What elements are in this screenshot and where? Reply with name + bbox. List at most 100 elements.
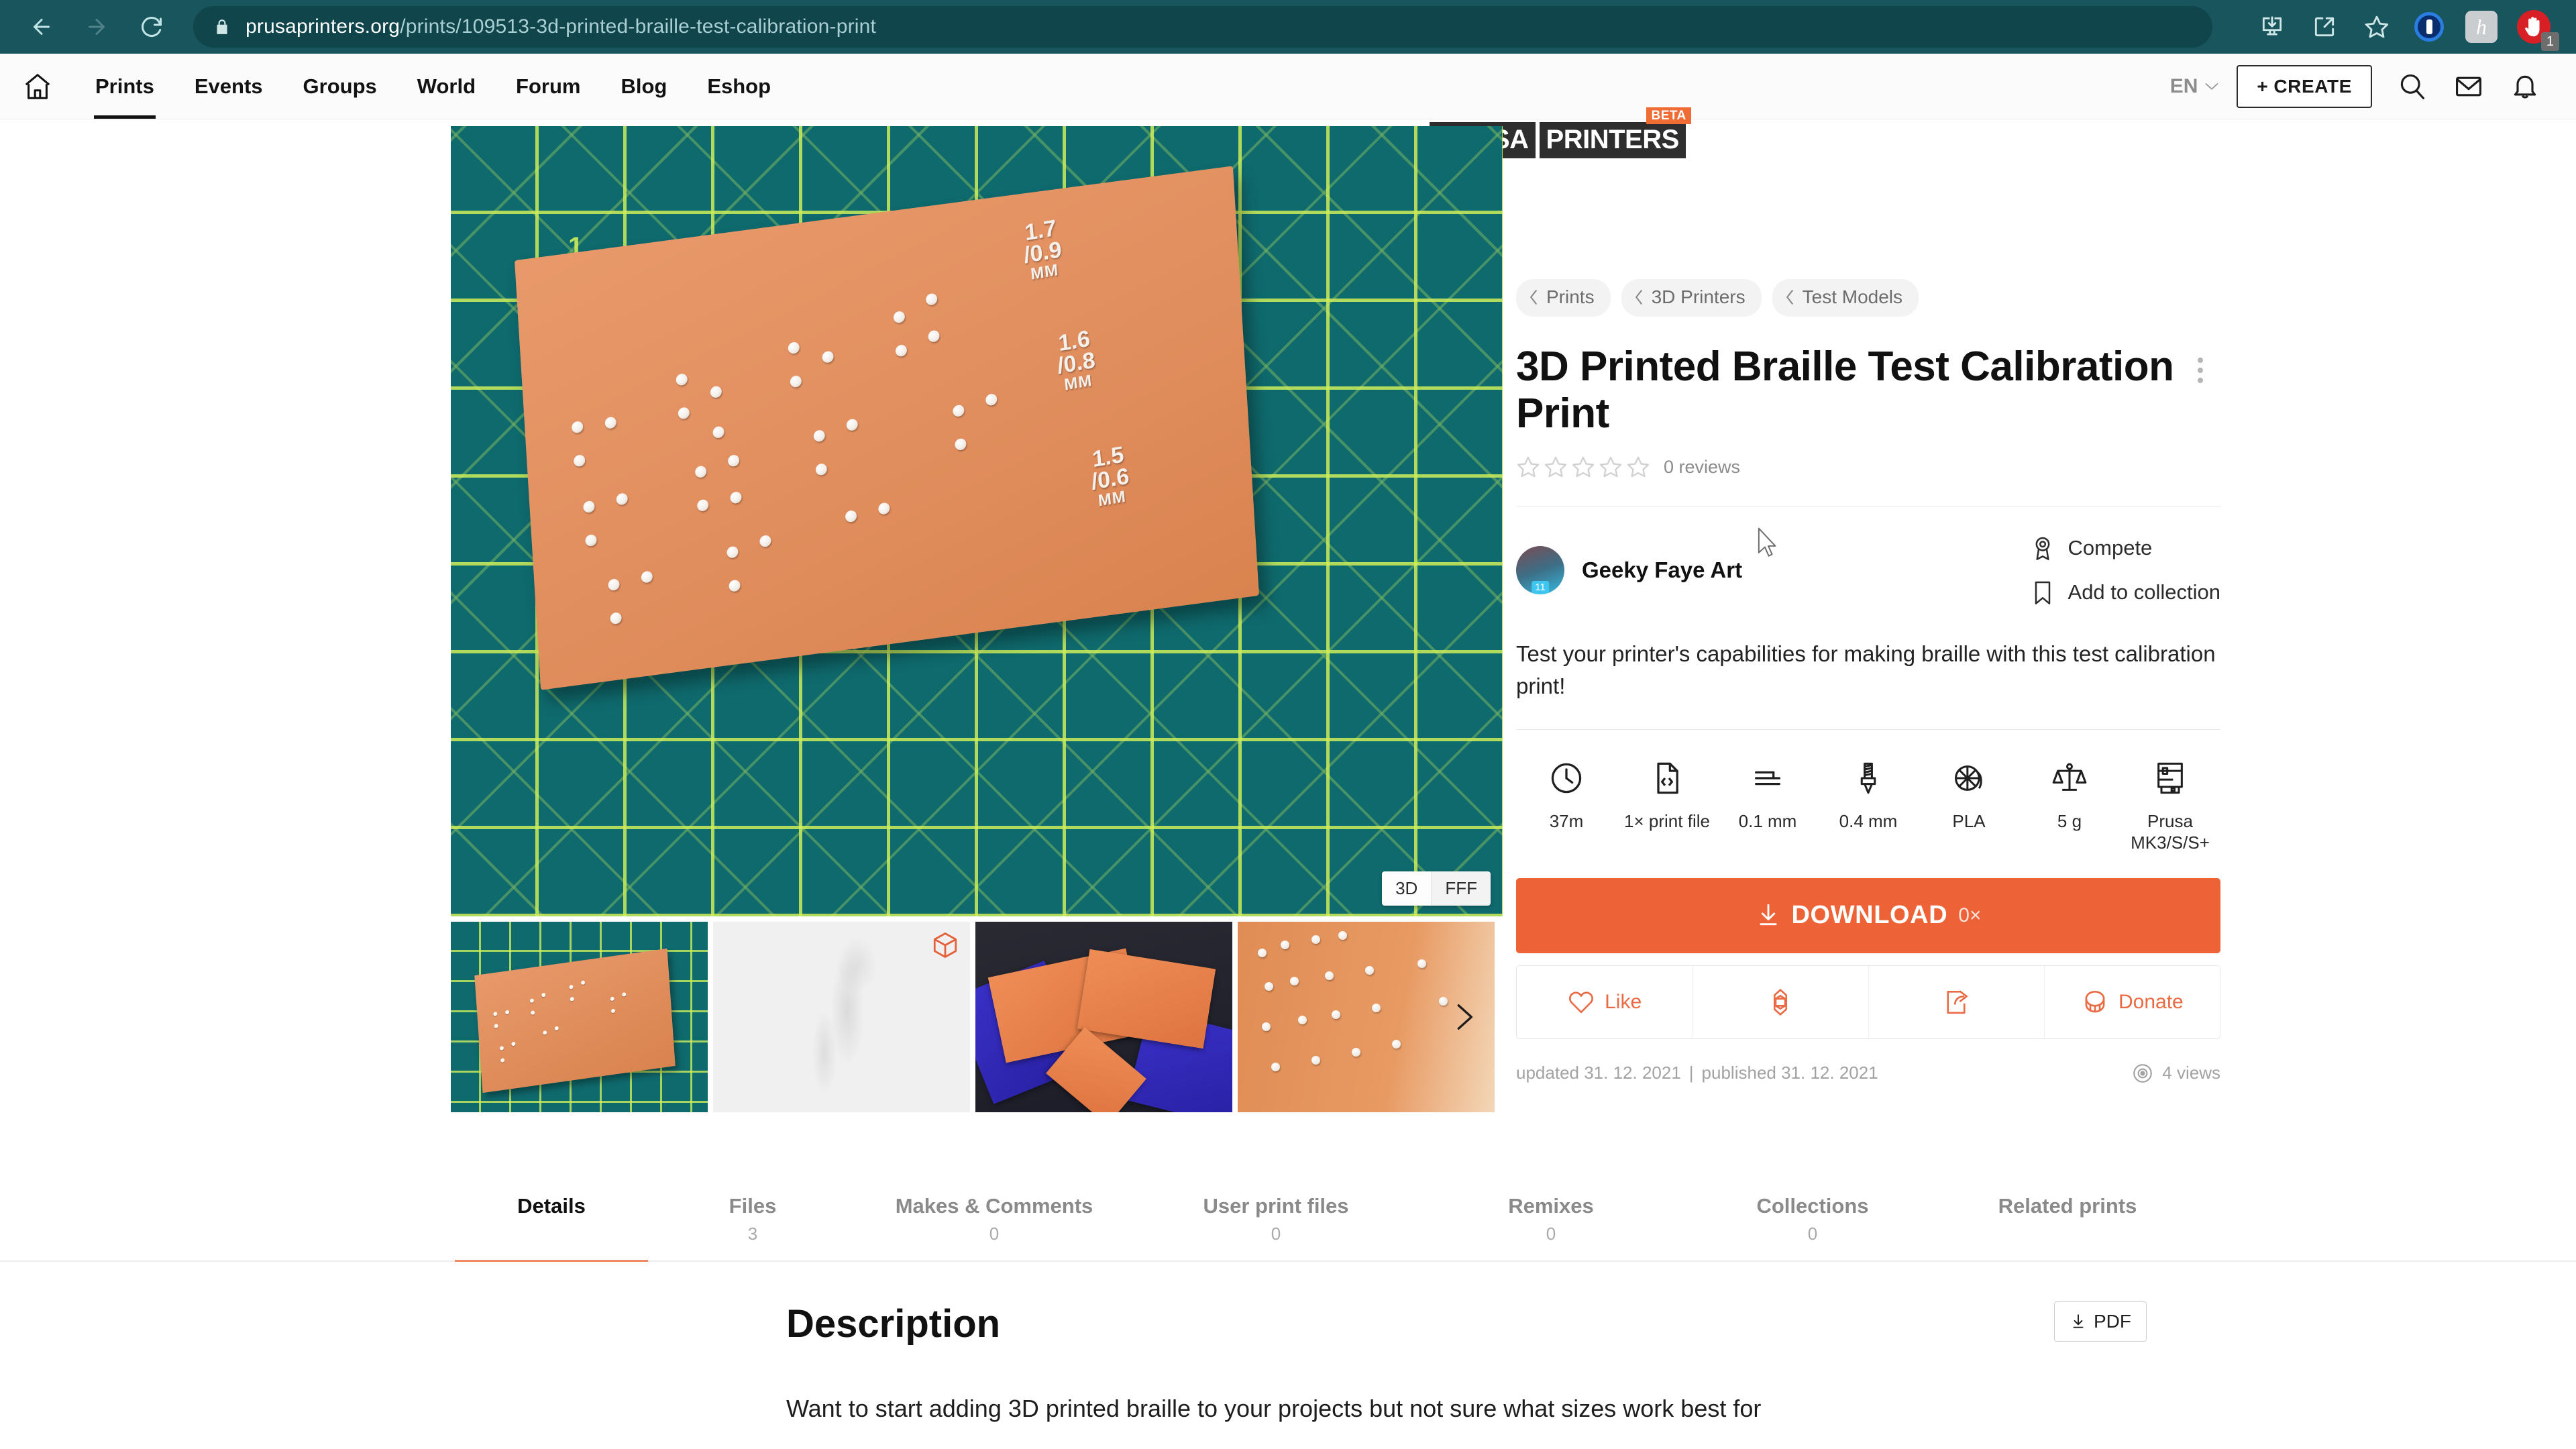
donate-button[interactable]: Donate	[2044, 965, 2220, 1038]
url-text: prusaprinters.org/prints/109513-3d-print…	[246, 15, 876, 38]
adblock-extension-icon[interactable]: 1	[2508, 1, 2560, 53]
address-bar[interactable]: prusaprinters.org/prints/109513-3d-print…	[193, 6, 2212, 48]
breadcrumb-label: 3D Printers	[1651, 286, 1746, 307]
published-date: published 31. 12. 2021	[1701, 1063, 1878, 1083]
rating-row: 0 reviews	[1516, 455, 2220, 479]
content-tabs: Details Files 3 Makes & Comments 0 User …	[0, 1181, 2576, 1262]
star-rating[interactable]	[1516, 455, 1650, 479]
breadcrumb-label: Prints	[1546, 286, 1595, 307]
star-icon[interactable]	[1544, 455, 1568, 479]
gallery-next-button[interactable]	[1430, 922, 1495, 1112]
download-arrow-icon	[1759, 904, 1777, 925]
tab-label: User print files	[1203, 1194, 1349, 1218]
tab-makes-comments[interactable]: Makes & Comments 0	[853, 1181, 1135, 1260]
bookmark-star-icon[interactable]	[2351, 1, 2403, 53]
tab-remixes[interactable]: Remixes 0	[1417, 1181, 1685, 1260]
eye-icon	[2133, 1063, 2153, 1083]
spec-label: 37m	[1549, 810, 1584, 831]
search-icon[interactable]	[2384, 58, 2440, 115]
like-button[interactable]: Like	[1517, 965, 1693, 1038]
tab-count: 0	[1807, 1224, 1818, 1244]
download-button[interactable]: DOWNLOAD 0×	[1516, 877, 2220, 953]
download-pdf-button[interactable]: PDF	[2054, 1301, 2147, 1342]
tab-label: Related prints	[1998, 1194, 2137, 1218]
star-icon[interactable]	[1516, 455, 1540, 479]
breadcrumb-item-3d-printers[interactable]: 3D Printers	[1621, 279, 1762, 317]
reload-icon[interactable]	[126, 1, 177, 52]
back-arrow-icon[interactable]	[16, 1, 67, 52]
description-body: Want to start adding 3D printed braille …	[786, 1395, 1762, 1422]
breadcrumb-item-prints[interactable]: Prints	[1516, 279, 1611, 317]
gallery-column: 1 2 3 4	[0, 119, 1516, 1112]
spec-print-files: 1× print file	[1617, 757, 1717, 854]
tab-files[interactable]: Files 3	[652, 1181, 853, 1260]
filament-spool-icon	[1951, 757, 1986, 800]
gem-icon	[1773, 989, 1787, 1016]
reviews-count: 0 reviews	[1664, 456, 1741, 477]
author-level-badge: 11	[1532, 581, 1549, 595]
star-icon[interactable]	[1626, 455, 1650, 479]
create-plus-icon: +	[2257, 75, 2269, 97]
share-button[interactable]	[1868, 965, 2045, 1038]
home-icon[interactable]	[0, 54, 75, 119]
tab-details[interactable]: Details	[451, 1181, 652, 1262]
messages-icon[interactable]	[2440, 58, 2497, 115]
author-side-actions: Compete Add to collection	[2029, 535, 2220, 606]
star-icon[interactable]	[1599, 455, 1623, 479]
nav-item-forum[interactable]: Forum	[496, 54, 600, 119]
view-mode-toggle[interactable]: 3D FFF	[1382, 871, 1491, 906]
donate-label: Donate	[2118, 990, 2184, 1013]
compete-button[interactable]: Compete	[2029, 535, 2152, 561]
add-to-collection-button[interactable]: Add to collection	[2029, 579, 2220, 606]
avatar[interactable]: 11	[1516, 546, 1564, 595]
browser-extension-actions: h 1	[2246, 1, 2560, 53]
more-options-icon[interactable]	[2180, 350, 2220, 390]
add-to-collection-label: Add to collection	[2068, 580, 2220, 604]
view-mode-3d[interactable]: 3D	[1382, 871, 1432, 906]
nozzle-icon	[1851, 757, 1886, 800]
notifications-icon[interactable]	[2497, 58, 2553, 115]
spec-layer-height: 0.1 mm	[1717, 757, 1818, 854]
title-row: 3D Printed Braille Test Calibration Prin…	[1516, 343, 2220, 437]
forward-arrow-icon[interactable]	[71, 1, 122, 52]
layer-height-icon	[1750, 757, 1785, 800]
tab-related-prints[interactable]: Related prints	[1940, 1181, 2195, 1260]
honey-extension-icon[interactable]: h	[2455, 1, 2508, 53]
onepassword-extension-icon[interactable]	[2403, 1, 2455, 53]
nav-item-groups[interactable]: Groups	[283, 54, 397, 119]
tab-collections[interactable]: Collections 0	[1685, 1181, 1940, 1260]
spec-material: PLA	[1919, 757, 2019, 854]
download-pdf-icon	[2073, 1314, 2084, 1328]
nav-item-prints[interactable]: Prints	[75, 54, 174, 119]
share-icon[interactable]	[2298, 1, 2351, 53]
nav-item-world[interactable]: World	[397, 54, 496, 119]
spec-printer: Prusa MK3/S/S+	[2120, 757, 2220, 854]
author-name[interactable]: Geeky Faye Art	[1582, 557, 1742, 583]
spec-weight: 5 g	[2019, 757, 2120, 854]
secondary-action-row: Like Donate	[1516, 965, 2220, 1039]
hero-image[interactable]: 1 2 3 4	[451, 126, 1503, 916]
nav-item-eshop[interactable]: Eshop	[687, 54, 791, 119]
chevron-left-icon	[1635, 290, 1642, 305]
thumbnail-stl-model-preview[interactable]	[713, 922, 970, 1112]
scales-weight-icon	[2052, 757, 2087, 800]
tab-user-print-files[interactable]: User print files 0	[1135, 1181, 1417, 1260]
thumbnail-photo-plates-stacked[interactable]	[975, 922, 1232, 1112]
updated-date: updated 31. 12. 2021	[1516, 1063, 1681, 1083]
collect-gem-button[interactable]	[1693, 965, 1869, 1038]
cube-model-icon	[931, 931, 959, 963]
view-mode-fff[interactable]: FFF	[1432, 871, 1491, 906]
spec-nozzle-diameter: 0.4 mm	[1818, 757, 1919, 854]
thumbnail-photo-plate-on-mat[interactable]	[451, 922, 708, 1112]
thumbnail-photo-braille-macro[interactable]	[1238, 922, 1495, 1112]
spec-label: 0.1 mm	[1738, 810, 1797, 831]
nav-item-events[interactable]: Events	[174, 54, 283, 119]
nav-item-blog[interactable]: Blog	[600, 54, 687, 119]
breadcrumb-item-test-models[interactable]: Test Models	[1772, 279, 1919, 317]
language-selector[interactable]: EN	[2153, 75, 2237, 98]
create-button[interactable]: + CREATE	[2237, 64, 2372, 108]
star-icon[interactable]	[1571, 455, 1595, 479]
image-gallery: 1 2 3 4	[451, 126, 1503, 1112]
breadcrumb: Prints 3D Printers Test Models	[1516, 279, 2220, 317]
save-to-device-icon[interactable]	[2246, 1, 2298, 53]
